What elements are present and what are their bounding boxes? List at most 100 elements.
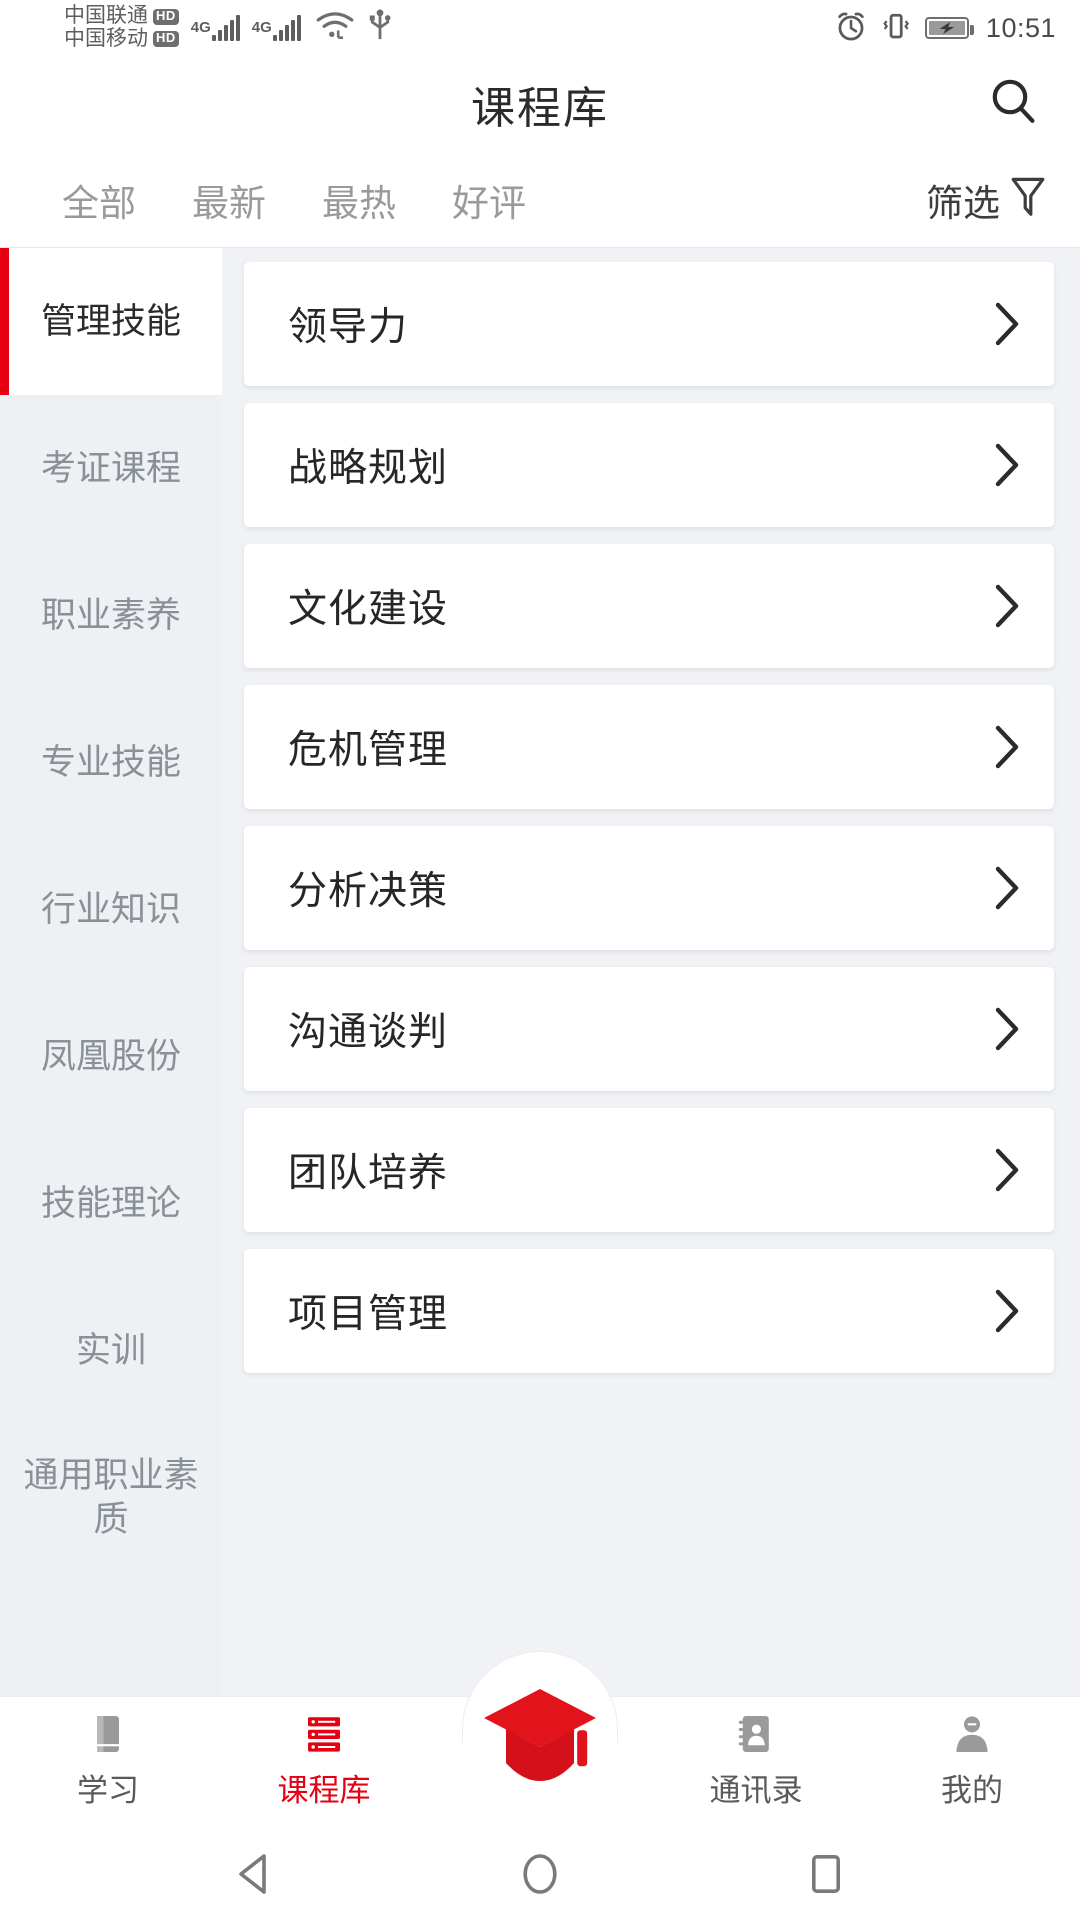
course-title: 项目管理 — [288, 1293, 449, 1336]
sidebar-item-practical-training[interactable]: 实训 — [0, 1277, 222, 1424]
sidebar-item-phoenix-shares[interactable]: 凤凰股份 — [0, 983, 222, 1130]
home-button[interactable] — [492, 1832, 588, 1920]
sort-tab-bar: 全部 最新 最热 好评 筛选 — [0, 152, 1080, 248]
nav-item-contacts[interactable]: 通讯录 — [648, 1697, 864, 1810]
tab-hottest[interactable]: 最热 — [294, 173, 424, 227]
course-card[interactable]: 分析决策 — [244, 826, 1054, 950]
sidebar-item-skill-theory[interactable]: 技能理论 — [0, 1130, 222, 1277]
nav-label-study: 学习 — [77, 1773, 139, 1808]
android-navigation-bar — [0, 1832, 1080, 1920]
sidebar-item-label: 专业技能 — [40, 742, 181, 782]
app-root: 中国联通 HD 中国移动 HD 4G 4G 10:51 课程库 全部 最新 最热… — [0, 0, 1080, 1920]
status-bar: 中国联通 HD 中国移动 HD 4G 4G 10:51 — [0, 0, 1080, 56]
course-card[interactable]: 战略规划 — [244, 403, 1054, 527]
course-list: 领导力 战略规划 文化建设 危机管理 分析决策 沟通谈判 团队培养 项目管理 — [222, 248, 1080, 1696]
nav-item-course-library[interactable]: 课程库 — [216, 1697, 432, 1810]
course-card[interactable]: 领导力 — [244, 262, 1054, 386]
sidebar-item-certification-courses[interactable]: 考证课程 — [0, 395, 222, 542]
sidebar-item-label: 技能理论 — [40, 1183, 181, 1223]
status-bar-right: 10:51 — [835, 10, 1056, 47]
chevron-right-icon — [994, 301, 1020, 347]
sidebar-item-label: 职业素养 — [40, 595, 181, 635]
battery-charging-icon — [924, 17, 974, 39]
carrier-row-1: 中国联通 HD — [64, 5, 179, 28]
network-type-2: 4G — [251, 19, 272, 36]
nav-label-contacts: 通讯录 — [709, 1773, 803, 1808]
course-title: 沟通谈判 — [288, 1011, 449, 1054]
status-bar-left: 中国联通 HD 中国移动 HD 4G 4G — [24, 5, 835, 50]
sidebar-item-industry-knowledge[interactable]: 行业知识 — [0, 836, 222, 983]
course-title: 文化建设 — [288, 588, 449, 631]
sidebar-item-label: 考证课程 — [40, 448, 181, 488]
status-bar-time: 10:51 — [985, 12, 1056, 43]
sidebar-item-professional-skills[interactable]: 专业技能 — [0, 689, 222, 836]
sidebar-item-label: 实训 — [75, 1330, 146, 1370]
chevron-right-icon — [994, 724, 1020, 770]
carrier-name-1: 中国联通 — [64, 4, 148, 28]
carrier-stack: 中国联通 HD 中国移动 HD — [64, 5, 179, 50]
tab-top-rated[interactable]: 好评 — [424, 173, 554, 227]
tab-newest[interactable]: 最新 — [164, 173, 294, 227]
chevron-right-icon — [994, 865, 1020, 911]
hd-badge-1: HD — [153, 8, 179, 25]
sidebar-item-label: 管理技能 — [40, 301, 181, 341]
chevron-right-icon — [994, 442, 1020, 488]
wifi-icon — [315, 10, 355, 47]
bottom-navigation-bar: 学习 课程库 通讯录 我的 — [0, 1651, 1080, 1832]
funnel-icon — [1010, 175, 1046, 224]
page-header: 课程库 — [0, 56, 1080, 152]
filter-label: 筛选 — [926, 182, 1000, 224]
alarm-clock-icon — [835, 10, 867, 47]
course-list-icon — [300, 1709, 348, 1759]
course-card[interactable]: 项目管理 — [244, 1249, 1054, 1373]
content-area: 管理技能 考证课程 职业素养 专业技能 行业知识 凤凰股份 技能理论 实训 通用… — [0, 248, 1080, 1696]
course-title: 分析决策 — [288, 870, 449, 913]
filter-button[interactable]: 筛选 — [926, 173, 1054, 227]
course-title: 战略规划 — [288, 447, 449, 490]
sidebar-item-label: 凤凰股份 — [40, 1036, 181, 1076]
tab-all[interactable]: 全部 — [34, 173, 164, 227]
chevron-right-icon — [994, 583, 1020, 629]
network-type-1: 4G — [190, 19, 211, 36]
search-button[interactable] — [978, 68, 1050, 140]
signal-group-1: 4G — [191, 15, 240, 41]
page-title: 课程库 — [471, 84, 609, 133]
nav-label-profile: 我的 — [941, 1773, 1003, 1808]
nav-label-course-library: 课程库 — [277, 1773, 371, 1808]
sidebar-item-professional-quality[interactable]: 职业素养 — [0, 542, 222, 689]
graduation-cap-button[interactable] — [474, 1673, 606, 1805]
carrier-name-2: 中国移动 — [64, 27, 148, 50]
course-card[interactable]: 文化建设 — [244, 544, 1054, 668]
nav-item-profile[interactable]: 我的 — [864, 1697, 1080, 1810]
nav-item-study[interactable]: 学习 — [0, 1697, 216, 1810]
sidebar-item-label: 行业知识 — [40, 889, 181, 929]
carrier-row-2: 中国移动 HD — [64, 27, 179, 51]
course-title: 团队培养 — [288, 1152, 449, 1195]
course-title: 危机管理 — [288, 729, 449, 772]
sidebar-item-label: 通用职业素质 — [23, 1455, 199, 1539]
vibrate-icon — [880, 10, 912, 47]
graduation-cap-icon — [480, 1681, 600, 1798]
sidebar-item-management-skills[interactable]: 管理技能 — [0, 248, 222, 395]
recents-square-icon — [807, 1852, 845, 1901]
course-card[interactable]: 团队培养 — [244, 1108, 1054, 1232]
sidebar-item-general-vocational-quality[interactable]: 通用职业素质 — [0, 1424, 222, 1571]
category-sidebar[interactable]: 管理技能 考证课程 职业素养 专业技能 行业知识 凤凰股份 技能理论 实训 通用… — [0, 248, 222, 1696]
course-card[interactable]: 沟通谈判 — [244, 967, 1054, 1091]
course-card[interactable]: 危机管理 — [244, 685, 1054, 809]
chevron-right-icon — [994, 1147, 1020, 1193]
signal-bars-icon-2 — [272, 15, 301, 41]
chevron-right-icon — [994, 1288, 1020, 1334]
search-icon — [986, 74, 1042, 135]
signal-group-2: 4G — [252, 15, 301, 41]
recents-button[interactable] — [778, 1832, 874, 1920]
course-title: 领导力 — [288, 306, 409, 349]
home-circle-icon — [519, 1851, 561, 1902]
chevron-right-icon — [994, 1006, 1020, 1052]
back-button[interactable] — [206, 1832, 302, 1920]
book-icon — [84, 1709, 132, 1759]
signal-bars-icon-1 — [211, 15, 240, 41]
usb-icon — [367, 8, 393, 48]
back-triangle-icon — [234, 1852, 274, 1901]
hd-badge-2: HD — [153, 30, 179, 48]
